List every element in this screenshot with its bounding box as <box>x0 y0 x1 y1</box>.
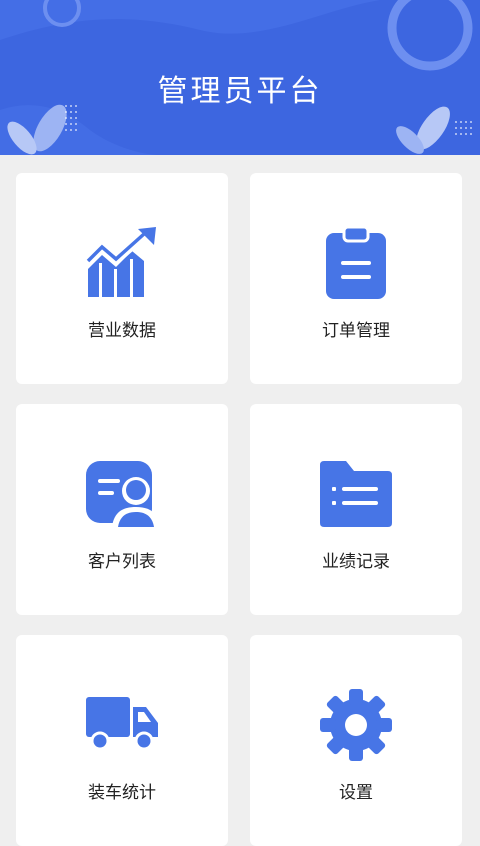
gear-icon <box>316 685 396 765</box>
folder-list-icon <box>316 454 396 534</box>
truck-icon <box>82 685 162 765</box>
menu-item-label: 业绩记录 <box>322 552 390 572</box>
menu-item-customer-list[interactable]: 客户列表 <box>16 404 228 615</box>
menu-item-label: 营业数据 <box>88 321 156 341</box>
menu-item-loading-stats[interactable]: 装车统计 <box>16 635 228 846</box>
menu-item-label: 客户列表 <box>88 552 156 572</box>
menu-item-order-management[interactable]: 订单管理 <box>250 173 462 384</box>
menu-item-label: 设置 <box>339 783 373 803</box>
menu-item-performance-records[interactable]: 业绩记录 <box>250 404 462 615</box>
menu-grid: 营业数据 订单管理 客户列表 业绩记录 装车统计 设置 <box>16 173 462 846</box>
chart-trend-icon <box>82 223 162 303</box>
contact-card-icon <box>82 454 162 534</box>
clipboard-icon <box>316 223 396 303</box>
header-banner: 管理员平台 <box>0 0 480 155</box>
menu-item-settings[interactable]: 设置 <box>250 635 462 846</box>
menu-item-business-data[interactable]: 营业数据 <box>16 173 228 384</box>
menu-item-label: 订单管理 <box>322 321 390 341</box>
menu-item-label: 装车统计 <box>88 783 156 803</box>
page-title: 管理员平台 <box>157 74 323 109</box>
